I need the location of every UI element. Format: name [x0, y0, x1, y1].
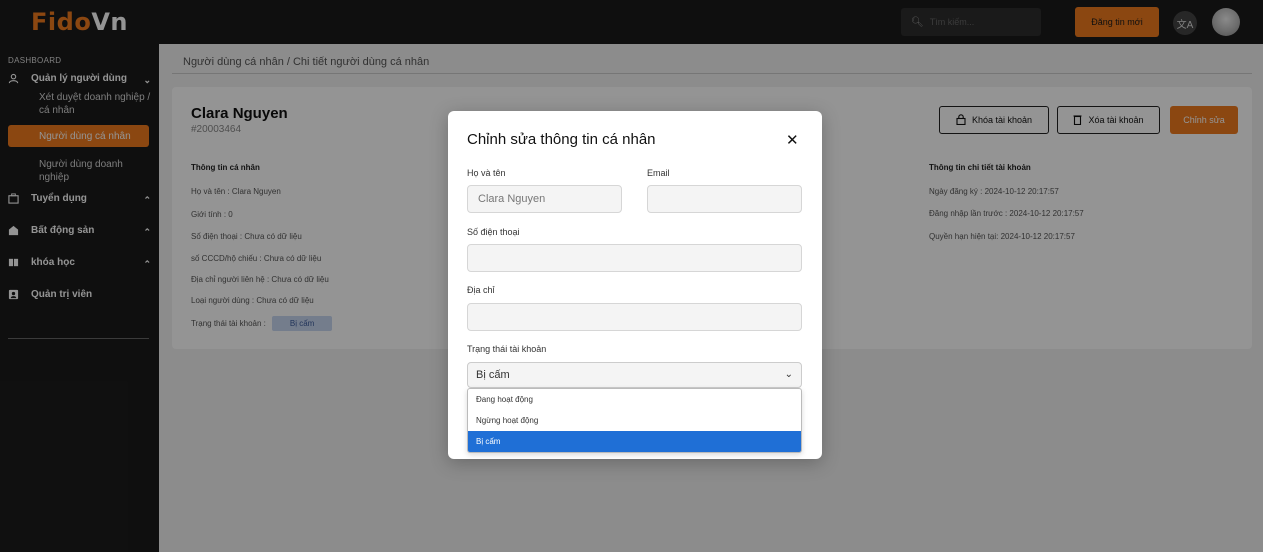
name-field[interactable]: Clara Nguyen [467, 185, 622, 213]
name-label: Họ và tên [467, 168, 506, 178]
edit-profile-modal: Chỉnh sửa thông tin cá nhân ✕ Họ và tên … [448, 111, 822, 459]
status-field-label: Trạng thái tài khoản [467, 344, 547, 354]
modal-title: Chỉnh sửa thông tin cá nhân [467, 131, 656, 148]
phone-field[interactable] [467, 244, 802, 272]
address-field[interactable] [467, 303, 802, 331]
status-option-active[interactable]: Đang hoạt động [468, 389, 801, 410]
status-option-banned[interactable]: Bị cấm [468, 431, 801, 452]
status-dropdown: Đang hoạt động Ngừng hoạt động Bị cấm [467, 388, 802, 453]
status-select[interactable]: Bị cấm ⌄ [467, 362, 802, 388]
address-label: Địa chỉ [467, 285, 495, 295]
email-label: Email [647, 168, 670, 178]
chevron-down-icon: ⌄ [784, 369, 793, 380]
status-select-value: Bị cấm [476, 369, 510, 381]
close-icon[interactable]: ✕ [786, 131, 799, 149]
status-option-inactive[interactable]: Ngừng hoạt động [468, 410, 801, 431]
phone-label: Số điện thoại [467, 227, 520, 237]
email-field[interactable] [647, 185, 802, 213]
